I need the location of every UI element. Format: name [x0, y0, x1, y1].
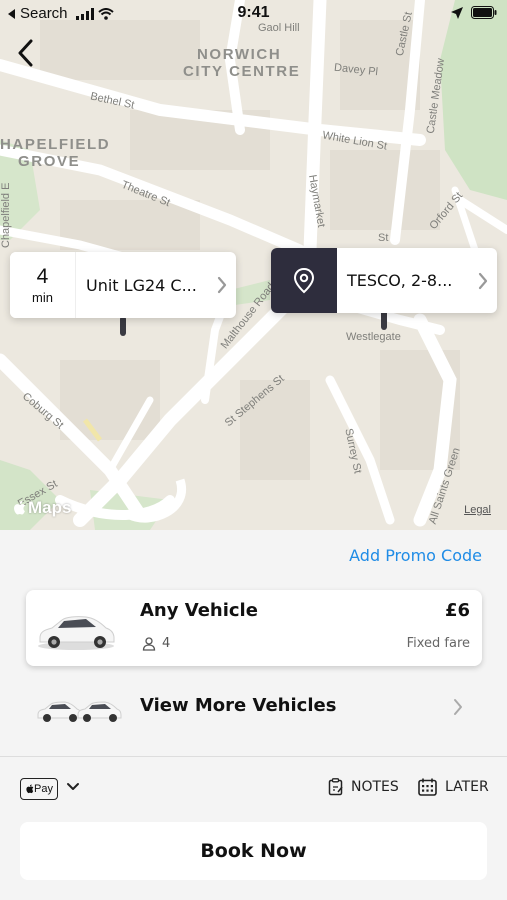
battery-icon: [471, 6, 497, 19]
dropoff-address: TESCO, 2-8...: [347, 271, 453, 290]
person-icon: [142, 636, 156, 651]
vehicle-name: Any Vehicle: [140, 600, 258, 621]
vehicle-option-card[interactable]: Any Vehicle 4 £6 Fixed fare: [26, 590, 482, 666]
map-view[interactable]: NORWICH CITY CENTRE HAPELFIELD GROVE Gao…: [0, 0, 507, 530]
dropoff-marker-box: [271, 248, 337, 313]
add-promo-code-link[interactable]: Add Promo Code: [349, 546, 482, 565]
eta-box: 4 min: [10, 252, 76, 318]
map-area-label: HAPELFIELD: [0, 136, 111, 153]
schedule-later-button[interactable]: LATER: [418, 778, 489, 796]
booking-toolbar: Pay NOTES LATER: [0, 774, 507, 804]
pickup-card[interactable]: 4 min Unit LG24 C...: [10, 252, 236, 318]
calendar-icon: [418, 778, 437, 796]
eta-value: 4: [36, 264, 49, 288]
app-root: NORWICH CITY CENTRE HAPELFIELD GROVE Gao…: [0, 0, 507, 900]
map-area-label: CITY CENTRE: [183, 63, 301, 80]
book-now-button[interactable]: Book Now: [20, 822, 487, 880]
booking-sheet: Add Promo Code Any Vehicle 4 £6 Fixed fa…: [0, 530, 507, 900]
street-label: Westlegate: [346, 331, 401, 343]
chevron-right-icon: [454, 699, 462, 715]
multiple-cars-icon: [37, 701, 122, 722]
apple-logo-icon: [26, 784, 34, 794]
maps-logo-text: Maps: [28, 498, 72, 517]
back-button[interactable]: [10, 36, 40, 70]
white-car-image: [38, 616, 115, 650]
location-pin-icon: [293, 267, 315, 293]
notes-button[interactable]: NOTES: [328, 778, 399, 796]
street-label: St: [378, 232, 389, 244]
seat-count: 4: [162, 636, 171, 651]
view-more-vehicles-button[interactable]: View More Vehicles: [0, 682, 507, 732]
map-area-label: GROVE: [18, 153, 81, 170]
status-bar: Search 9:41: [0, 0, 507, 28]
dropoff-pin: [381, 310, 387, 330]
notes-label: NOTES: [351, 779, 399, 795]
pickup-pin: [120, 316, 126, 336]
chevron-right-icon: [208, 276, 236, 294]
maps-logo: Maps: [12, 498, 71, 518]
apple-pay-button[interactable]: Pay: [20, 778, 58, 800]
notes-icon: [328, 778, 343, 796]
chevron-left-icon: [18, 39, 33, 67]
street-label: Chapelfield E: [0, 182, 12, 248]
location-arrow-icon: [451, 6, 463, 19]
fare-type: Fixed fare: [406, 636, 470, 651]
map-area-label: NORWICH: [197, 46, 282, 63]
pickup-address: Unit LG24 C...: [86, 275, 197, 295]
legal-link[interactable]: Legal: [464, 504, 491, 516]
dropoff-card[interactable]: TESCO, 2-8...: [271, 248, 497, 313]
status-time: 9:41: [237, 4, 270, 21]
vehicle-price: £6: [444, 600, 470, 621]
vehicle-seats: 4: [142, 636, 170, 651]
divider: [0, 756, 507, 757]
chevron-right-icon: [469, 272, 497, 290]
eta-unit: min: [32, 289, 53, 305]
apple-logo-icon: [14, 500, 26, 515]
view-more-vehicles-label: View More Vehicles: [140, 695, 337, 716]
payment-label: Pay: [34, 783, 53, 795]
chevron-down-icon[interactable]: [66, 782, 80, 792]
later-label: LATER: [445, 779, 489, 795]
